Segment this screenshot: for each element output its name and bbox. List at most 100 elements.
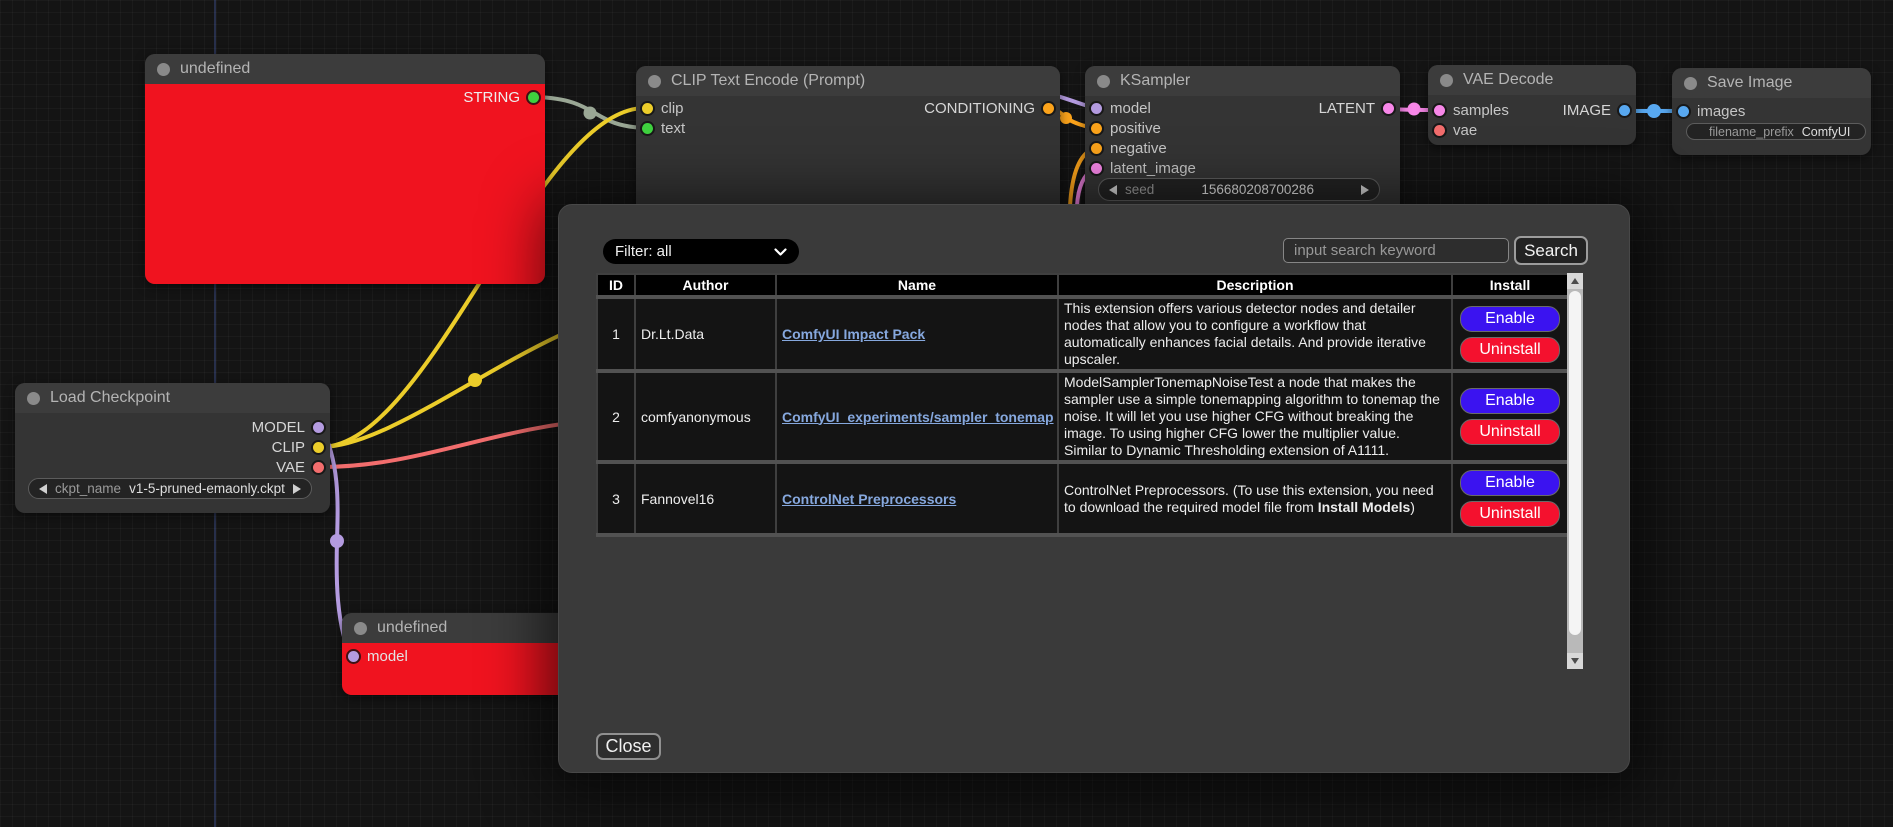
widget-value[interactable]: v1-5-pruned-emaonly.ckpt [129,481,285,496]
uninstall-button[interactable]: Uninstall [1460,419,1560,445]
filter-select-value: Filter: all [615,243,774,260]
widget-value[interactable]: ComfyUI [1802,125,1857,139]
search-button[interactable]: Search [1514,236,1588,265]
extension-name-link[interactable]: ComfyUI_experiments/sampler_tonemap [782,409,1054,425]
input-port-model[interactable]: model [1091,98,1151,118]
samples-port-icon[interactable] [1434,105,1445,116]
col-header-install: Install [1452,274,1568,297]
cell-id: 3 [597,462,635,535]
filter-select[interactable]: Filter: all [603,239,799,264]
close-button[interactable]: Close [596,733,661,760]
output-port-image[interactable]: IMAGE [1563,100,1630,120]
uninstall-button[interactable]: Uninstall [1460,501,1560,527]
node-header[interactable]: CLIP Text Encode (Prompt) [636,66,1060,96]
node-header[interactable]: Save Image [1672,68,1871,98]
scroll-up-button[interactable] [1567,273,1583,289]
input-port-latent-image[interactable]: latent_image [1091,158,1196,178]
table-row: 3 Fannovel16 ControlNet Preprocessors Co… [597,462,1568,535]
table-header-row: ID Author Name Description Install [597,274,1568,297]
collapse-dot-icon[interactable] [648,75,661,88]
output-port-latent[interactable]: LATENT [1319,98,1394,118]
previous-arrow-icon[interactable] [39,484,47,494]
node-undefined-top[interactable]: undefined STRING [145,54,545,284]
model-port-icon[interactable] [348,651,359,662]
port-label: model [367,648,408,665]
scroll-down-button[interactable] [1567,653,1583,669]
text-port-icon[interactable] [642,123,653,134]
widget-value[interactable]: 156680208700286 [1162,182,1353,197]
input-port-text[interactable]: text [642,118,685,138]
ckpt-name-widget[interactable]: ckpt_name v1-5-pruned-emaonly.ckpt [28,478,312,499]
extension-name-link[interactable]: ComfyUI Impact Pack [782,326,925,342]
model-port-icon[interactable] [313,422,324,433]
positive-port-icon[interactable] [1091,123,1102,134]
decrement-arrow-icon[interactable] [1109,185,1117,195]
cell-description: ModelSamplerTonemapNoiseTest a node that… [1058,371,1452,462]
vae-port-icon[interactable] [313,462,324,473]
input-port-clip[interactable]: clip [642,98,684,118]
search-input[interactable] [1283,238,1509,263]
enable-button[interactable]: Enable [1460,306,1560,332]
node-title: undefined [180,60,250,78]
conditioning-port-icon[interactable] [1043,103,1054,114]
node-title: Load Checkpoint [50,389,170,407]
clip-port-icon[interactable] [313,442,324,453]
link-dot [1408,103,1421,116]
output-port-model[interactable]: MODEL [252,417,324,437]
collapse-dot-icon[interactable] [27,392,40,405]
output-port-clip[interactable]: CLIP [272,437,324,457]
input-port-model[interactable]: model [348,646,408,666]
seed-widget[interactable]: seed 156680208700286 [1098,178,1380,201]
port-label: clip [661,100,684,117]
node-clip-text-encode[interactable]: CLIP Text Encode (Prompt) clip text COND… [636,66,1060,216]
scrollbar-thumb[interactable] [1569,291,1581,635]
uninstall-button[interactable]: Uninstall [1460,337,1560,363]
collapse-dot-icon[interactable] [1097,75,1110,88]
port-label: negative [1110,140,1167,157]
collapse-dot-icon[interactable] [157,63,170,76]
cell-author: Fannovel16 [635,462,776,535]
filename-prefix-widget[interactable]: filename_prefix ComfyUI [1686,123,1866,140]
enable-button[interactable]: Enable [1460,388,1560,414]
node-header[interactable]: KSampler [1085,66,1400,96]
port-label: STRING [463,89,520,106]
collapse-dot-icon[interactable] [1440,74,1453,87]
model-port-icon[interactable] [1091,103,1102,114]
input-port-negative[interactable]: negative [1091,138,1167,158]
image-port-icon[interactable] [1619,105,1630,116]
input-port-positive[interactable]: positive [1091,118,1161,138]
output-port-string[interactable]: STRING [463,87,539,107]
collapse-dot-icon[interactable] [354,622,367,635]
cell-id: 2 [597,371,635,462]
node-header[interactable]: undefined [145,54,545,84]
input-port-images[interactable]: images [1678,101,1745,121]
node-header[interactable]: Load Checkpoint [15,383,330,413]
latent-port-icon[interactable] [1091,163,1102,174]
negative-port-icon[interactable] [1091,143,1102,154]
increment-arrow-icon[interactable] [1361,185,1369,195]
next-arrow-icon[interactable] [293,484,301,494]
input-port-samples[interactable]: samples [1434,100,1509,120]
input-port-vae[interactable]: vae [1434,120,1477,140]
table-scrollbar[interactable] [1567,273,1583,669]
cell-id: 1 [597,297,635,371]
output-port-conditioning[interactable]: CONDITIONING [924,98,1054,118]
collapse-dot-icon[interactable] [1684,77,1697,90]
node-ksampler[interactable]: KSampler model positive negative latent_… [1085,66,1400,216]
clip-port-icon[interactable] [642,103,653,114]
enable-button[interactable]: Enable [1460,470,1560,496]
cell-description: ControlNet Preprocessors. (To use this e… [1058,462,1452,535]
output-port-vae[interactable]: VAE [276,457,324,477]
latent-port-icon[interactable] [1383,103,1394,114]
images-port-icon[interactable] [1678,106,1689,117]
node-load-checkpoint[interactable]: Load Checkpoint MODEL CLIP VAE ckpt_name… [15,383,330,513]
col-header-author: Author [635,274,776,297]
string-port-icon[interactable] [528,92,539,103]
port-label: samples [1453,102,1509,119]
extension-name-link[interactable]: ControlNet Preprocessors [782,491,956,507]
node-header[interactable]: VAE Decode [1428,65,1636,95]
node-vae-decode[interactable]: VAE Decode samples vae IMAGE [1428,65,1636,145]
vae-port-icon[interactable] [1434,125,1445,136]
node-graph-canvas[interactable]: undefined STRING CLIP Text Encode (Promp… [0,0,1893,827]
node-save-image[interactable]: Save Image images filename_prefix ComfyU… [1672,68,1871,155]
